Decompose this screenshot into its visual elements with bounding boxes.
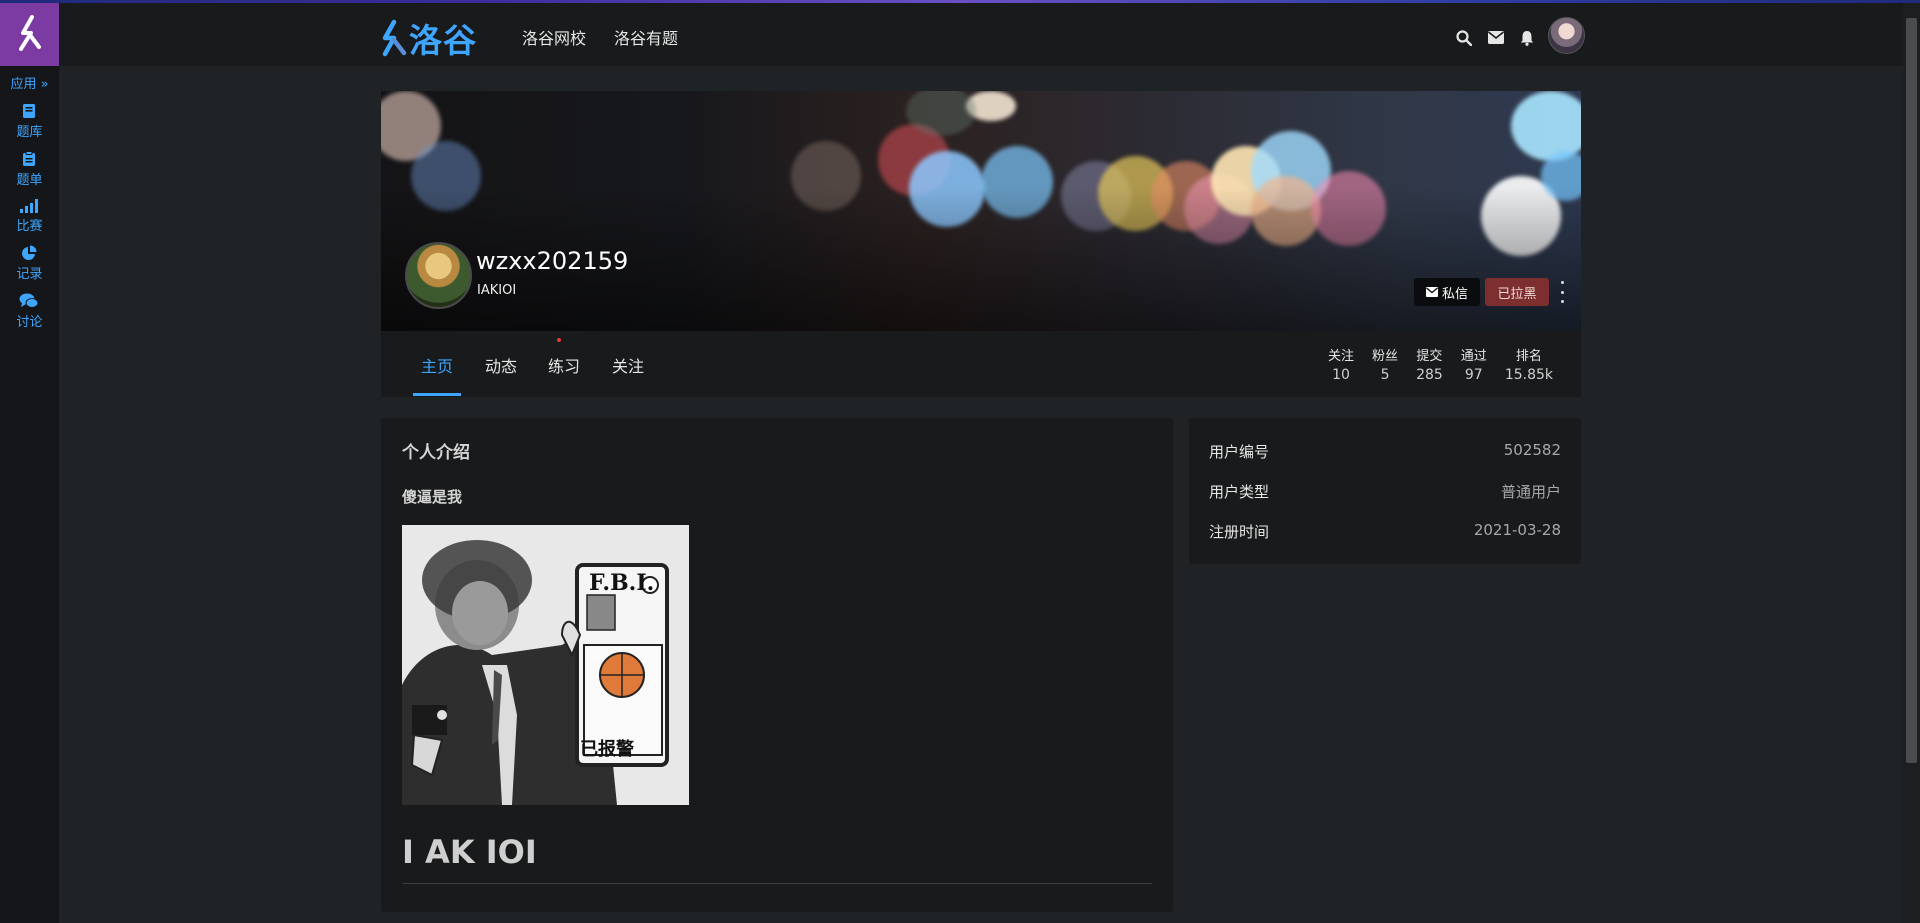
blocked-label: 已拉黑 (1497, 285, 1537, 301)
stat-label: 排名 (1515, 349, 1542, 364)
introduction-heading: 个人介绍 (402, 443, 470, 463)
fbi-meme-image: F.B.I. 已报警 (402, 525, 689, 805)
top-accent-stripe (0, 0, 1920, 3)
envelope-icon[interactable] (1488, 31, 1504, 44)
tab-home[interactable]: 主页 (421, 353, 453, 377)
sidebar-item-contests[interactable]: 比赛 (16, 199, 43, 234)
sidebar-item-label: 题库 (16, 125, 43, 140)
user-avatar[interactable] (1548, 17, 1585, 54)
comments-icon (19, 293, 39, 308)
police-caption: 已报警 (580, 738, 634, 760)
stat-value: 5 (1380, 367, 1390, 383)
apps-label: 应用 (10, 77, 37, 92)
info-value: 2021-03-28 (1473, 521, 1561, 539)
sidebar-item-label: 题单 (16, 173, 43, 188)
tab-following[interactable]: 关注 (612, 353, 644, 377)
info-row-register-date: 注册时间 2021-03-28 (1209, 521, 1561, 542)
private-message-button[interactable]: 私信 (1414, 278, 1480, 306)
stat-value: 285 (1416, 367, 1443, 383)
search-icon[interactable] (1456, 29, 1472, 46)
introduction-card: 个人介绍 傻逼是我 F.B.I. 已报警 I AK IOI (381, 418, 1173, 912)
stat-value: 10 (1332, 367, 1350, 383)
profile-tag: IAKIOI (477, 283, 517, 298)
notification-dot (557, 338, 561, 342)
sidebar-item-label: 比赛 (16, 219, 43, 234)
nav-link-luogu-youti[interactable]: 洛谷有题 (614, 25, 678, 49)
stat-accepted[interactable]: 通过 97 (1461, 345, 1487, 383)
stat-submissions[interactable]: 提交 285 (1416, 345, 1443, 383)
stat-followers[interactable]: 粉丝 5 (1372, 345, 1398, 383)
luogu-brand-icon (382, 19, 407, 57)
profile-avatar (405, 242, 472, 309)
nav-link-luogu-school[interactable]: 洛谷网校 (522, 25, 586, 49)
stat-label: 粉丝 (1372, 349, 1399, 364)
stat-value: 15.85k (1504, 367, 1553, 383)
double-chevron-right-icon: » (36, 77, 49, 92)
blocked-button[interactable]: 已拉黑 (1485, 278, 1549, 306)
profile-username: wzxx202159 (476, 247, 629, 275)
scrollbar-thumb[interactable] (1906, 18, 1917, 763)
vertical-scrollbar[interactable] (1903, 0, 1920, 923)
private-message-label: 私信 (1441, 285, 1468, 301)
sidebar-item-problems[interactable]: 题库 (16, 103, 43, 140)
user-info-card: 用户编号 502582 用户类型 普通用户 注册时间 2021-03-28 (1189, 418, 1581, 564)
sidebar-item-label: 记录 (16, 267, 43, 282)
stat-label: 提交 (1416, 349, 1443, 364)
luogu-logo[interactable] (0, 0, 59, 66)
info-row-user-id: 用户编号 502582 (1209, 441, 1561, 462)
top-header: 洛谷 洛谷网校 洛谷有题 (59, 3, 1920, 66)
banner-shade (381, 91, 1581, 331)
tab-activity[interactable]: 动态 (485, 353, 517, 377)
stat-following[interactable]: 关注 10 (1328, 345, 1354, 383)
app-sidebar: 应用 » 题库 题单 比赛 记录 讨论 (0, 0, 59, 923)
introduction-text: 傻逼是我 (402, 488, 463, 506)
more-options-icon[interactable] (1557, 281, 1567, 303)
info-value: 普通用户 (1500, 483, 1561, 501)
profile-tabs-bar: 主页 动态 练习 关注 关注 10 粉丝 5 提交 285 通过 97 排名 15.85k (381, 331, 1581, 397)
introduction-big-text: I AK IOI (402, 833, 537, 871)
info-row-user-type: 用户类型 普通用户 (1209, 481, 1561, 502)
profile-stats: 关注 10 粉丝 5 提交 285 通过 97 排名 15.85k (1310, 345, 1553, 383)
stat-label: 关注 (1328, 349, 1355, 364)
info-key: 用户类型 (1209, 483, 1270, 501)
sidebar-item-label: 讨论 (16, 315, 43, 330)
stat-ranking[interactable]: 排名 15.85k (1505, 345, 1553, 383)
bell-icon[interactable] (1520, 30, 1534, 46)
brand-home-link[interactable]: 洛谷 (379, 14, 477, 62)
book-icon (23, 104, 36, 118)
profile-banner: wzxx202159 IAKIOI 私信 已拉黑 (381, 91, 1581, 331)
sidebar-item-training[interactable]: 题单 (16, 151, 43, 188)
clipboard-icon (23, 151, 36, 166)
introduction-image: F.B.I. 已报警 (402, 525, 689, 805)
stat-label: 通过 (1460, 349, 1487, 364)
tab-practice[interactable]: 练习 (548, 353, 580, 377)
bar-signal-icon (20, 199, 39, 213)
luogu-logo-icon (18, 15, 41, 51)
info-value: 502582 (1503, 441, 1561, 459)
fbi-badge-text: F.B.I. (589, 570, 654, 596)
active-tab-indicator (413, 393, 461, 396)
pie-chart-icon (22, 245, 37, 260)
sidebar-item-discuss[interactable]: 讨论 (16, 293, 43, 330)
info-key: 用户编号 (1209, 443, 1270, 461)
stat-value: 97 (1464, 367, 1483, 383)
info-key: 注册时间 (1209, 523, 1270, 541)
divider (402, 883, 1152, 884)
apps-toggle[interactable]: 应用 » (10, 73, 48, 92)
header-actions (1440, 17, 1585, 54)
brand-name: 洛谷 (409, 21, 477, 60)
envelope-icon (1425, 287, 1438, 297)
top-nav: 洛谷网校 洛谷有题 (522, 25, 706, 49)
sidebar-item-records[interactable]: 记录 (16, 245, 43, 282)
